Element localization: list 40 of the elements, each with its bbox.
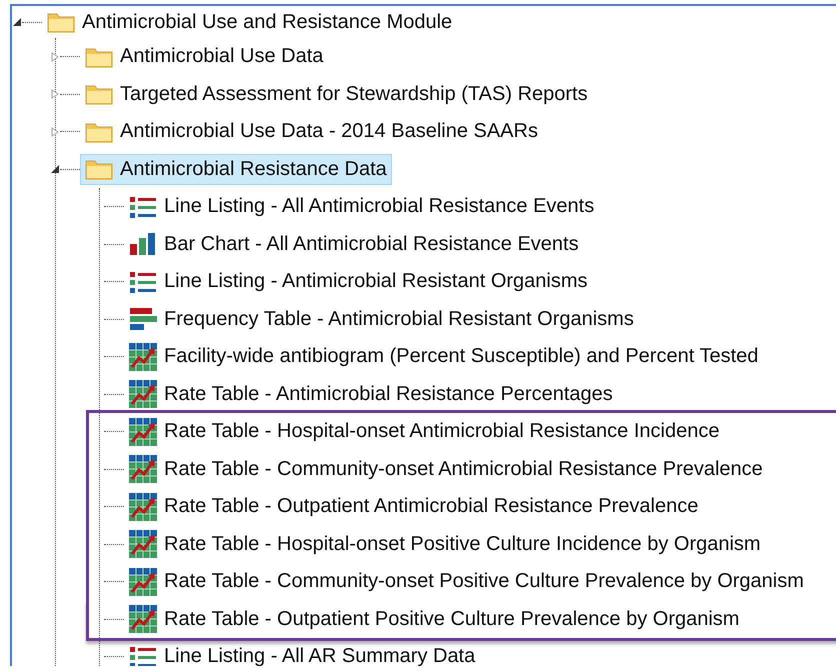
collapsed-arrow-icon[interactable] (50, 89, 60, 100)
tree-item[interactable]: Frequency Table - Antimicrobial Resistant Organisms (124, 303, 639, 336)
list-icon (129, 270, 157, 294)
bar-chart-icon (129, 232, 157, 256)
rate-table-icon (129, 380, 157, 408)
expanded-arrow-icon[interactable] (50, 164, 60, 174)
tree-item[interactable]: Rate Table - Community-onset Positive Culture Prevalence by Organism (124, 564, 809, 600)
tree-item[interactable]: Line Listing - Antimicrobial Resistant Organisms (124, 266, 593, 298)
tree-item[interactable]: Rate Table - Outpatient Positive Culture Prevalence by Organism (124, 601, 744, 638)
list-icon (129, 644, 157, 666)
rate-table-icon (129, 605, 157, 634)
tree-item[interactable]: Line Listing - All Antimicrobial Resistance Events (124, 190, 600, 223)
rate-table-icon (129, 342, 157, 371)
tree-item[interactable]: Rate Table - Hospital-onset Positive Culture Incidence by Organism (124, 526, 766, 562)
list-icon (129, 194, 157, 219)
tree-item[interactable]: Rate Table - Antimicrobial Resistance Percentages (124, 376, 618, 412)
expanded-arrow-icon[interactable] (12, 17, 22, 27)
folder-icon (85, 83, 113, 106)
tree-item[interactable]: Antimicrobial Use and Resistance Module (42, 6, 458, 38)
folder-icon (85, 120, 113, 143)
tree-item[interactable]: Facility-wide antibiogram (Percent Susceptible) and Percent Tested (124, 338, 764, 375)
tree-item[interactable]: Antimicrobial Resistance Data (80, 154, 392, 185)
folder-icon (85, 158, 113, 180)
tree-item[interactable]: Rate Table - Hospital-onset Antimicrobial Resistance Incidence (124, 414, 724, 450)
rate-table-icon (129, 530, 157, 558)
collapsed-arrow-icon[interactable] (50, 126, 60, 137)
tree-item[interactable]: Bar Chart - All Antimicrobial Resistance Events (124, 228, 584, 260)
rate-table-icon (129, 492, 157, 521)
collapsed-arrow-icon[interactable] (50, 52, 60, 62)
tree-item[interactable]: Antimicrobial Use Data - 2014 Baseline SAARs (80, 116, 543, 148)
folder-icon (47, 11, 75, 33)
rate-table-icon (129, 418, 157, 446)
tree-item[interactable]: Rate Table - Community-onset Antimicrobial Resistance Prevalence (124, 451, 768, 488)
rate-table-icon (129, 455, 157, 484)
tree-item[interactable]: Rate Table - Outpatient Antimicrobial Resistance Prevalence (124, 488, 704, 525)
folder-icon (85, 46, 113, 68)
horizontal-bars-icon (129, 307, 157, 332)
tree-item[interactable]: Antimicrobial Use Data (80, 41, 328, 72)
rate-table-icon (129, 568, 157, 596)
tree-item[interactable]: Targeted Assessment for Stewardship (TAS) Reports (80, 78, 593, 110)
